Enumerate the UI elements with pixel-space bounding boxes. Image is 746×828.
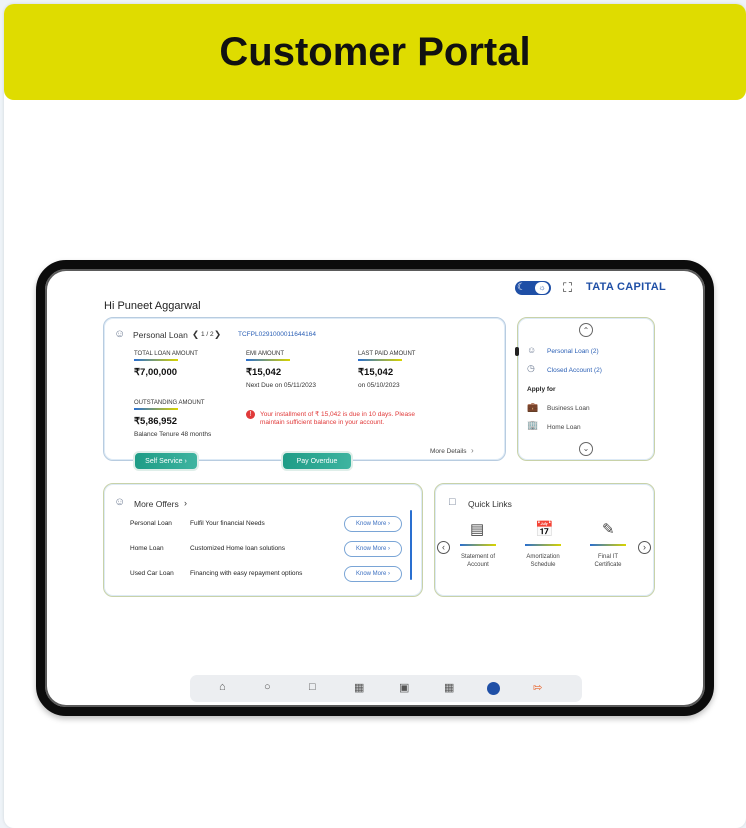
offer-name: Home Loan: [130, 545, 164, 552]
offer-desc: Financing with easy repayment options: [190, 570, 303, 577]
quick-links-card: □ Quick Links ‹ › ▤ Statement of Account…: [434, 483, 655, 597]
alert-line-1: Your installment of ₹ 15,042 is due in 1…: [260, 411, 415, 418]
ql-label-1: Amortization: [526, 554, 560, 560]
chevron-left-icon[interactable]: ‹: [437, 541, 450, 554]
more-details-link[interactable]: More Details: [430, 448, 466, 455]
ql-label-2: Schedule: [530, 562, 556, 568]
alert-line-2: maintain sufficient balance in your acco…: [260, 419, 385, 426]
greeting: Hi Puneet Aggarwal: [104, 300, 201, 312]
know-more-label: Know More: [355, 571, 387, 577]
accounts-card: ⌃ ☺ Personal Loan (2) ◷ Closed Account (…: [515, 317, 655, 461]
loan-type: Personal Loan: [133, 330, 188, 340]
emi-value: ₹15,042: [246, 367, 282, 378]
ql-label-2: Account: [467, 562, 489, 568]
theme-toggle[interactable]: ☾ ☼: [515, 281, 551, 295]
brand-logo: TATA CAPITAL: [586, 281, 666, 293]
personal-loan-link[interactable]: Personal Loan (2): [547, 348, 599, 355]
folder-icon[interactable]: ▦: [354, 681, 364, 694]
prev-loan-icon[interactable]: ❮: [192, 329, 199, 340]
bottom-nav: ⌂ ○ □ ▦ ▣ ▦ ⇰: [190, 675, 582, 702]
chevron-right-icon[interactable]: ›: [638, 541, 651, 554]
ql-label-1: Final IT: [597, 554, 618, 560]
chevron-right-icon: ›: [471, 446, 474, 455]
ql-bar: [525, 544, 561, 546]
loan-pager: 1 / 2: [201, 331, 214, 338]
briefcase-icon: 💼: [527, 402, 539, 412]
last-paid-label: LAST PAID AMOUNT: [358, 351, 416, 357]
closed-account-link[interactable]: Closed Account (2): [547, 367, 602, 374]
moon-icon: ☾: [517, 282, 526, 293]
apply-for-heading: Apply for: [527, 386, 556, 393]
emi-due: Next Due on 05/11/2023: [246, 382, 316, 389]
know-more-label: Know More: [355, 546, 387, 552]
outstanding-label: OUTSTANDING AMOUNT: [134, 400, 205, 406]
building-icon: 🏢: [527, 420, 539, 430]
page-frame: Customer Portal ☾ ☼ ⛶ TATA CAPITAL Hi Pu…: [4, 4, 746, 828]
ql-bar: [460, 544, 496, 546]
outstanding-bar: [134, 408, 178, 410]
offers-card: ☺ More Offers › Personal Loan Fulfil You…: [103, 483, 423, 597]
bookmark-icon: □: [449, 496, 456, 508]
offer-name: Used Car Loan: [130, 570, 174, 577]
apps-icon[interactable]: ▦: [444, 681, 454, 694]
total-bar: [134, 359, 178, 361]
clock-icon: ◷: [527, 363, 535, 373]
user-icon: ☺: [114, 328, 126, 340]
last-paid-date: on 05/10/2023: [358, 382, 400, 389]
loan-id[interactable]: TCFPL0291000011644164: [238, 331, 316, 338]
chevron-right-icon[interactable]: ›: [184, 498, 187, 508]
know-more-label: Know More: [355, 521, 387, 527]
tablet-frame: ☾ ☼ ⛶ TATA CAPITAL Hi Puneet Aggarwal ☺ …: [36, 260, 714, 716]
offer-name: Personal Loan: [130, 520, 172, 527]
user-icon: ☺: [114, 496, 126, 508]
last-paid-value: ₹15,042: [358, 367, 394, 378]
home-icon[interactable]: ⌂: [219, 681, 226, 693]
emi-bar: [246, 359, 290, 361]
user-icon: ☺: [527, 345, 537, 355]
pay-overdue-label: Pay Overdue: [296, 457, 338, 465]
statement-icon: ▤: [470, 521, 485, 538]
know-more-button[interactable]: Know More ›: [344, 516, 402, 532]
chevron-down-icon[interactable]: ⌄: [579, 442, 593, 456]
offer-desc: Fulfil Your financial Needs: [190, 520, 265, 527]
quick-links-title: Quick Links: [468, 499, 512, 509]
expand-icon[interactable]: ⛶: [563, 280, 572, 296]
total-label: TOTAL LOAN AMOUNT: [134, 351, 198, 357]
emi-label: EMI AMOUNT: [246, 351, 285, 357]
know-more-button[interactable]: Know More ›: [344, 541, 402, 557]
ql-bar: [590, 544, 626, 546]
offers-title[interactable]: More Offers: [134, 499, 179, 509]
last-paid-bar: [358, 359, 402, 361]
pay-overdue-button[interactable]: Pay Overdue: [281, 451, 353, 471]
banner: Customer Portal: [4, 4, 746, 100]
self-service-button[interactable]: Self Service ›: [133, 451, 199, 471]
sun-icon: ☼: [535, 282, 549, 294]
business-loan-link[interactable]: Business Loan: [547, 405, 590, 412]
self-service-label: Self Service: [145, 457, 183, 465]
alert-icon: !: [246, 410, 255, 419]
certificate-icon: ✎: [602, 521, 615, 538]
profile-badge-icon[interactable]: [487, 682, 500, 695]
loan-card: ☺ Personal Loan ❮ 1 / 2 ❯ TCFPL029100001…: [103, 317, 506, 461]
home-loan-link[interactable]: Home Loan: [547, 424, 581, 431]
chat-icon[interactable]: □: [309, 681, 316, 693]
active-indicator: [515, 347, 519, 356]
logout-icon[interactable]: ⇰: [533, 681, 542, 694]
document-icon[interactable]: ▣: [399, 681, 409, 694]
balance-tenure: Balance Tenure 48 months: [134, 431, 212, 438]
offer-desc: Customized Home loan solutions: [190, 545, 286, 552]
know-more-button[interactable]: Know More ›: [344, 566, 402, 582]
ql-label-2: Certificate: [594, 562, 622, 568]
banner-title: Customer Portal: [219, 29, 531, 74]
portal-screen: ☾ ☼ ⛶ TATA CAPITAL Hi Puneet Aggarwal ☺ …: [51, 273, 703, 709]
outstanding-value: ₹5,86,952: [134, 416, 178, 427]
circle-icon[interactable]: ○: [264, 681, 271, 693]
chevron-up-icon[interactable]: ⌃: [579, 323, 593, 337]
calendar-icon: 📅: [535, 521, 554, 538]
next-loan-icon[interactable]: ❯: [214, 329, 221, 340]
ql-label-1: Statement of: [460, 554, 496, 560]
total-value: ₹7,00,000: [134, 367, 178, 378]
offers-scrollbar[interactable]: [410, 510, 412, 580]
